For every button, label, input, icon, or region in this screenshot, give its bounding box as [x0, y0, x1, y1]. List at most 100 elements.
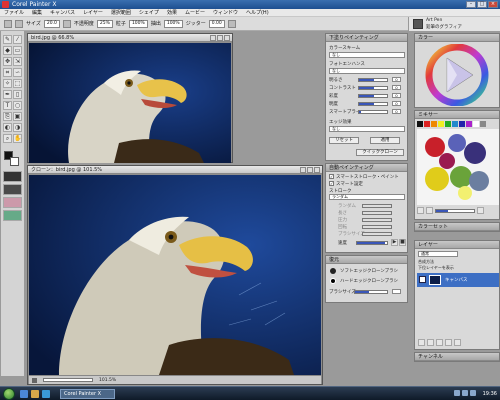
opacity-field[interactable]: 25%	[96, 19, 113, 28]
menu-shapes[interactable]: シェイプ	[139, 9, 159, 16]
soft-clone-brush-label[interactable]: ソフトエッジクローンブラシ	[340, 268, 398, 274]
mixer-dirty-brush-icon[interactable]	[417, 207, 424, 214]
clone-canvas[interactable]	[29, 175, 321, 375]
saturation-value[interactable]: 0	[392, 93, 401, 98]
new-layer-icon[interactable]	[418, 339, 425, 346]
random-slider[interactable]	[362, 204, 392, 208]
cloner-icon[interactable]: ⎘	[3, 112, 12, 121]
channels-header[interactable]: チャンネル	[415, 353, 499, 361]
mixer-panel-header[interactable]: ミキサー	[415, 111, 499, 119]
pressure-slider[interactable]	[362, 218, 392, 222]
soft-clone-brush-icon[interactable]	[330, 268, 336, 274]
value-value[interactable]: 0	[392, 101, 401, 106]
mixer-dropper-icon[interactable]	[426, 207, 433, 214]
gradient-selector-icon[interactable]	[3, 197, 22, 208]
hard-clone-brush-label[interactable]: ハードエッジクローンブラシ	[340, 278, 398, 284]
start-button[interactable]	[3, 388, 15, 400]
selection-icon[interactable]: ⬚	[13, 79, 22, 88]
bleed-field[interactable]: 100%	[163, 19, 183, 28]
underpainting-header[interactable]: 下塗りペインティング	[326, 34, 407, 42]
mixer-swatch[interactable]	[473, 121, 479, 127]
quick-clone-button[interactable]: クイッククローン	[356, 149, 404, 156]
pen-icon[interactable]: ✒	[3, 90, 12, 99]
source-maximize-icon[interactable]	[217, 35, 223, 41]
color-sets-header[interactable]: カラーセット	[415, 223, 499, 231]
paint-bucket-icon[interactable]: ◆	[3, 46, 12, 55]
paper-selector-icon[interactable]	[3, 171, 22, 182]
play-icon[interactable]: ▶	[391, 239, 398, 246]
smart-blur-value[interactable]: 0	[392, 109, 401, 114]
clone-maximize-icon[interactable]	[307, 167, 313, 173]
color-wheel[interactable]	[425, 44, 489, 106]
menu-movie[interactable]: ムービー	[185, 9, 205, 16]
brush-reset-icon[interactable]	[4, 19, 12, 28]
menu-window[interactable]: ウィンドウ	[213, 9, 238, 16]
minimize-button[interactable]: –	[466, 1, 476, 8]
hard-clone-brush-icon[interactable]	[330, 278, 336, 284]
menu-layers[interactable]: レイヤー	[83, 9, 103, 16]
layer-name[interactable]: キャンバス	[445, 277, 468, 283]
taskbar-clock[interactable]: 19:36	[483, 389, 497, 399]
mixer-swatch[interactable]	[480, 121, 486, 127]
brush-shape-icon[interactable]	[15, 19, 23, 28]
zoom-icon[interactable]: ⌕	[3, 134, 12, 143]
brush-selector[interactable]: Art Pen 鉛筆のグラフィア	[408, 17, 500, 31]
brush-tool-icon[interactable]: ✎	[3, 35, 12, 44]
smart-stroke-checkbox[interactable]: ✓	[329, 174, 334, 179]
mixer-swatch[interactable]	[452, 121, 458, 127]
dodge-icon[interactable]: ◐	[3, 123, 12, 132]
magic-wand-icon[interactable]: ✧	[3, 79, 12, 88]
clone-close-icon[interactable]	[314, 167, 320, 173]
brightness-value[interactable]: 0	[392, 77, 401, 82]
stop-icon[interactable]: ■	[399, 239, 406, 246]
saturation-slider[interactable]	[358, 94, 388, 98]
length-slider[interactable]	[362, 211, 392, 215]
speed-slider[interactable]	[356, 241, 388, 245]
brush-size-row-slider[interactable]	[362, 232, 392, 236]
mixer-pad[interactable]	[417, 129, 499, 205]
quicklaunch-explorer-icon[interactable]	[31, 390, 39, 398]
rectangle-icon[interactable]: ▯	[13, 90, 22, 99]
contrast-value[interactable]: 0	[392, 85, 401, 90]
text-icon[interactable]: T	[3, 101, 12, 110]
crop-icon[interactable]: ⌗	[3, 68, 12, 77]
brush-size-slider[interactable]	[354, 290, 388, 294]
blend-mode-select[interactable]: 通常	[418, 251, 458, 257]
maximize-button[interactable]: □	[477, 1, 487, 8]
hand-icon[interactable]: ✋	[13, 134, 22, 143]
pattern-selector-icon[interactable]	[3, 184, 22, 195]
rotation-slider[interactable]	[362, 225, 392, 229]
mixer-swatch[interactable]	[466, 121, 472, 127]
tray-volume-icon[interactable]	[462, 390, 468, 396]
mixer-swatch[interactable]	[459, 121, 465, 127]
mixer-clear-icon[interactable]	[477, 207, 484, 214]
auto-painting-header[interactable]: 自動ペインティング	[326, 164, 407, 172]
lasso-icon[interactable]: ∽	[13, 68, 22, 77]
brightness-slider[interactable]	[358, 78, 388, 82]
grid-toggle-icon[interactable]	[32, 378, 37, 383]
layers-panel-header[interactable]: レイヤー	[415, 241, 499, 249]
transform-icon[interactable]: ⇲	[13, 57, 22, 66]
composite-value[interactable]: 下位レイヤーを表示	[418, 265, 454, 271]
value-slider[interactable]	[358, 102, 388, 106]
dynamic-plugin-icon[interactable]	[436, 339, 443, 346]
apply-button[interactable]: 適用	[370, 137, 400, 144]
oval-icon[interactable]: ○	[13, 101, 22, 110]
additional-color-swatch[interactable]	[10, 157, 19, 166]
taskbar-painter-button[interactable]: Corel Painter X	[60, 389, 115, 399]
mixer-swatch[interactable]	[445, 121, 451, 127]
menu-effects[interactable]: 効果	[167, 9, 177, 16]
reset-button[interactable]: リセット	[329, 137, 359, 144]
grain-field[interactable]: 100%	[128, 19, 148, 28]
color-panel-header[interactable]: カラー	[415, 34, 499, 42]
burn-icon[interactable]: ◑	[13, 123, 22, 132]
brush-size-value[interactable]	[392, 289, 401, 294]
pressure-icon[interactable]	[62, 19, 71, 28]
smart-blur-slider[interactable]	[358, 110, 388, 114]
close-button[interactable]: ×	[488, 1, 498, 8]
source-minimize-icon[interactable]	[210, 35, 216, 41]
rubber-stamp-icon[interactable]: ▣	[13, 112, 22, 121]
mixer-brush-size-slider[interactable]	[435, 209, 475, 213]
nozzle-selector-icon[interactable]	[3, 210, 22, 221]
mixer-swatch[interactable]	[438, 121, 444, 127]
